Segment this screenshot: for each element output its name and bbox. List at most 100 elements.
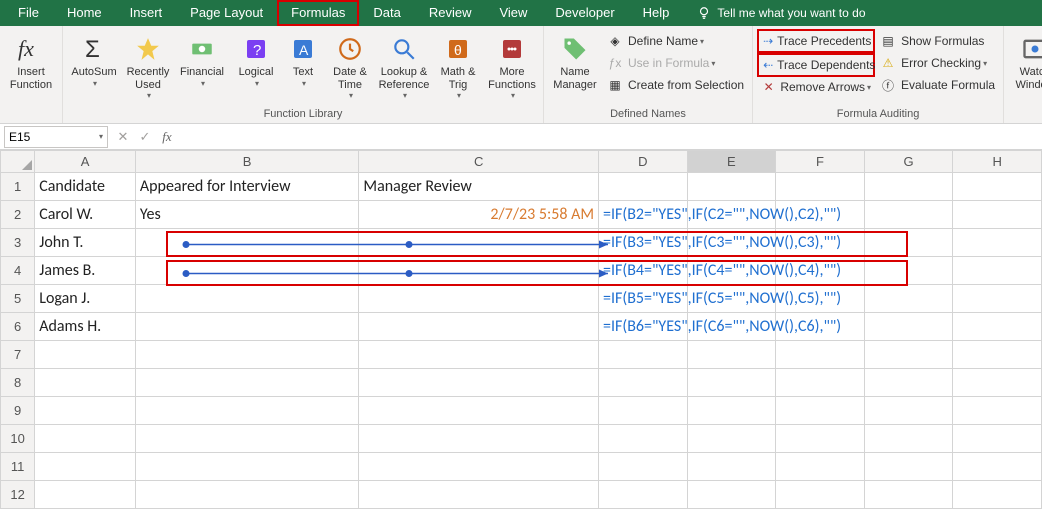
spreadsheet-grid[interactable]: ABCDEFGH1CandidateAppeared for Interview… (0, 150, 1042, 509)
cell-B11[interactable] (135, 453, 359, 481)
column-header-F[interactable]: F (776, 151, 865, 173)
cell-G1[interactable] (864, 173, 953, 201)
cell-B5[interactable] (135, 285, 359, 313)
cell-A1[interactable]: Candidate (35, 173, 136, 201)
cell-D7[interactable] (599, 341, 688, 369)
cell-D4[interactable]: =IF(B4="YES",IF(C4="",NOW(),C4),"") (599, 257, 688, 285)
cell-C5[interactable] (359, 285, 599, 313)
row-header-4[interactable]: 4 (1, 257, 35, 285)
cell-D9[interactable] (599, 397, 688, 425)
chevron-down-icon[interactable]: ▾ (99, 132, 103, 141)
cell-C8[interactable] (359, 369, 599, 397)
cell-H7[interactable] (953, 341, 1042, 369)
cell-A8[interactable] (35, 369, 136, 397)
cell-G3[interactable] (864, 229, 953, 257)
cell-G4[interactable] (864, 257, 953, 285)
cell-B4[interactable] (135, 257, 359, 285)
cell-B1[interactable]: Appeared for Interview (135, 173, 359, 201)
cell-D11[interactable] (599, 453, 688, 481)
more-functions-button[interactable]: MoreFunctions▾ (485, 28, 539, 100)
cell-B10[interactable] (135, 425, 359, 453)
cell-C12[interactable] (359, 481, 599, 509)
logical-button[interactable]: ? Logical▾ (229, 28, 283, 88)
cell-A2[interactable]: Carol W. (35, 201, 136, 229)
cell-E1[interactable] (687, 173, 776, 201)
name-manager-button[interactable]: NameManager (548, 28, 602, 91)
tab-developer[interactable]: Developer (541, 0, 628, 26)
cell-G5[interactable] (864, 285, 953, 313)
trace-dependents-button[interactable]: ⇠Trace Dependents (759, 55, 873, 75)
cell-H8[interactable] (953, 369, 1042, 397)
cell-B2[interactable]: Yes (135, 201, 359, 229)
name-box[interactable]: E15 ▾ (4, 126, 108, 148)
error-checking-button[interactable]: ⚠Error Checking ▾ (875, 52, 999, 74)
cell-E9[interactable] (687, 397, 776, 425)
math-trig-button[interactable]: θ Math &Trig▾ (431, 28, 485, 100)
cell-B3[interactable] (135, 229, 359, 257)
cell-A10[interactable] (35, 425, 136, 453)
cell-G12[interactable] (864, 481, 953, 509)
row-header-7[interactable]: 7 (1, 341, 35, 369)
remove-arrows-button[interactable]: ✕Remove Arrows ▾ (757, 76, 875, 98)
cell-F10[interactable] (776, 425, 865, 453)
cell-F8[interactable] (776, 369, 865, 397)
cell-A6[interactable]: Adams H. (35, 313, 136, 341)
cell-D1[interactable] (599, 173, 688, 201)
cell-G6[interactable] (864, 313, 953, 341)
row-header-9[interactable]: 9 (1, 397, 35, 425)
cell-D5[interactable]: =IF(B5="YES",IF(C5="",NOW(),C5),"") (599, 285, 688, 313)
cell-F1[interactable] (776, 173, 865, 201)
select-all-corner[interactable] (1, 151, 35, 173)
cell-H12[interactable] (953, 481, 1042, 509)
cell-B8[interactable] (135, 369, 359, 397)
cell-F9[interactable] (776, 397, 865, 425)
tab-page-layout[interactable]: Page Layout (176, 0, 277, 26)
cell-C6[interactable] (359, 313, 599, 341)
column-header-H[interactable]: H (953, 151, 1042, 173)
column-header-E[interactable]: E (687, 151, 776, 173)
cell-H2[interactable] (953, 201, 1042, 229)
cell-C3[interactable] (359, 229, 599, 257)
column-header-A[interactable]: A (35, 151, 136, 173)
row-header-1[interactable]: 1 (1, 173, 35, 201)
row-header-11[interactable]: 11 (1, 453, 35, 481)
lookup-ref-button[interactable]: Lookup &Reference▾ (377, 28, 431, 100)
column-header-B[interactable]: B (135, 151, 359, 173)
cell-A4[interactable]: James B. (35, 257, 136, 285)
cell-D2[interactable]: =IF(B2="YES",IF(C2="",NOW(),C2),"") (599, 201, 688, 229)
cell-C4[interactable] (359, 257, 599, 285)
row-header-5[interactable]: 5 (1, 285, 35, 313)
cell-H4[interactable] (953, 257, 1042, 285)
cell-A7[interactable] (35, 341, 136, 369)
cell-F7[interactable] (776, 341, 865, 369)
insert-function-button[interactable]: fx InsertFunction (4, 28, 58, 91)
cell-F12[interactable] (776, 481, 865, 509)
cell-G2[interactable] (864, 201, 953, 229)
cell-G9[interactable] (864, 397, 953, 425)
financial-button[interactable]: Financial▾ (175, 28, 229, 88)
row-header-6[interactable]: 6 (1, 313, 35, 341)
tab-help[interactable]: Help (629, 0, 684, 26)
cell-G7[interactable] (864, 341, 953, 369)
cell-H6[interactable] (953, 313, 1042, 341)
define-name-button[interactable]: ◈Define Name ▾ (602, 30, 748, 52)
cell-E12[interactable] (687, 481, 776, 509)
tab-formulas[interactable]: Formulas (277, 0, 359, 26)
tab-review[interactable]: Review (415, 0, 486, 26)
fx-button[interactable]: fx (156, 129, 178, 145)
cell-G11[interactable] (864, 453, 953, 481)
column-header-D[interactable]: D (599, 151, 688, 173)
evaluate-formula-button[interactable]: ⓕEvaluate Formula (875, 74, 999, 96)
tab-file[interactable]: File (4, 0, 53, 26)
cell-C11[interactable] (359, 453, 599, 481)
cell-E10[interactable] (687, 425, 776, 453)
cell-H11[interactable] (953, 453, 1042, 481)
tab-data[interactable]: Data (359, 0, 414, 26)
cell-G8[interactable] (864, 369, 953, 397)
autosum-button[interactable]: Σ AutoSum▾ (67, 28, 121, 88)
cell-C2[interactable]: 2/7/23 5:58 AM (359, 201, 599, 229)
tab-insert[interactable]: Insert (116, 0, 177, 26)
cell-D8[interactable] (599, 369, 688, 397)
date-time-button[interactable]: Date &Time▾ (323, 28, 377, 100)
column-header-C[interactable]: C (359, 151, 599, 173)
